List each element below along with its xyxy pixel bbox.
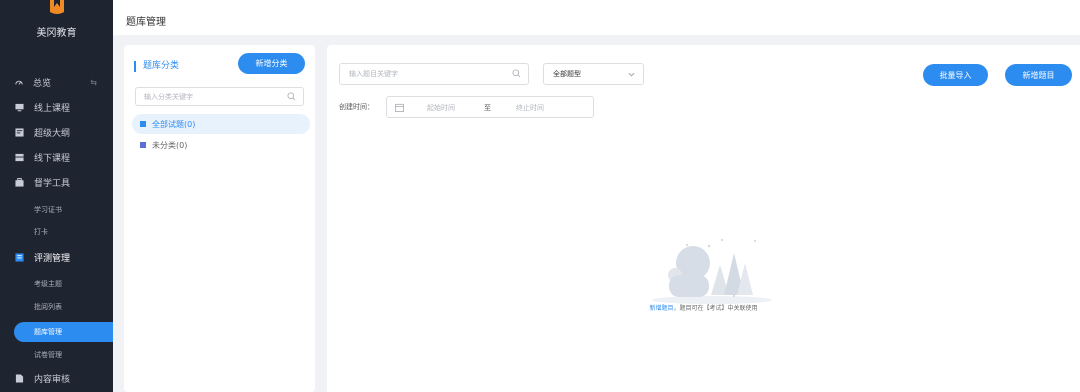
sidebar-subitem-label: 学习证书 [34,206,62,214]
sidebar-item-label: 线下课程 [34,153,71,164]
sidebar-subitem-label: 题库管理 [34,328,62,336]
sidebar-item-assessment[interactable]: 评测管理 [0,246,113,268]
question-type-value: 全部题型 [553,70,581,78]
sidebar-item-content-review[interactable]: 内容审核 [0,367,113,389]
empty-state-message: 新增题目，题目可在【考试】中关联使用 [327,303,1080,312]
question-search-input[interactable]: 输入题目关键字 [339,63,529,85]
category-item-uncategorized[interactable]: 未分类(0) [132,135,310,155]
sidebar-item-label: 超级大纲 [34,128,71,139]
add-question-button[interactable]: 新增题目 [1005,64,1072,86]
sidebar-subitem-exam-topic[interactable]: 考级主题 [0,274,113,294]
end-time-placeholder: 终止时间 [516,104,544,112]
created-time-label: 创建时间： [339,103,374,111]
created-time-range[interactable]: 起始时间 至 终止时间 [386,96,594,118]
sidebar-item-label: 线上课程 [34,103,71,114]
sidebar: 美冈教育 总览 ⇆ 线上课程 超级大纲 线下课程 督学工具 学习证书 打卡 评测… [0,0,113,392]
monitor-icon [15,103,24,111]
offline-course-icon [15,153,24,161]
dashboard-icon [15,80,23,85]
page-header: 题库管理 [113,0,1080,35]
category-panel: 题库分类 新增分类 输入分类关键字 全部试题(0) 未分类(0) [124,45,315,392]
sidebar-item-label: 总览 [33,78,52,89]
category-search-input[interactable]: 输入分类关键字 [135,87,304,106]
question-search-placeholder: 输入题目关键字 [349,70,398,78]
range-separator: 至 [484,104,491,112]
sidebar-subitem-label: 批阅列表 [34,303,62,311]
search-icon[interactable] [512,69,521,78]
category-panel-title: 题库分类 [134,61,179,72]
folder-icon [140,121,146,127]
sidebar-subitem-checkin[interactable]: 打卡 [0,222,113,242]
sidebar-item-label: 督学工具 [34,178,71,189]
sidebar-item-offline-courses[interactable]: 线下课程 [0,146,113,168]
category-item-label: 未分类(0) [152,140,188,150]
outline-icon [15,127,24,137]
sidebar-subitem-paper-management[interactable]: 试卷管理 [0,345,113,365]
brand-name: 美冈教育 [36,28,77,39]
sidebar-subitem-label: 试卷管理 [34,351,62,359]
sidebar-item-label: 评测管理 [34,253,71,264]
start-time-placeholder: 起始时间 [427,104,455,112]
sidebar-subitem-label: 打卡 [34,228,48,236]
sidebar-subitem-question-bank[interactable]: 题库管理 [14,322,113,342]
folder-icon [140,142,146,148]
question-list-panel: 输入题目关键字 全部题型 批量导入 新增题目 创建时间： 起始时间 至 终止时间 [327,45,1080,392]
brand[interactable]: 美冈教育 [0,0,113,48]
batch-import-button[interactable]: 批量导入 [923,64,988,86]
document-icon [15,373,24,383]
sidebar-item-online-courses[interactable]: 线上课程 [0,96,113,118]
search-icon[interactable] [287,92,296,101]
page-title: 题库管理 [126,17,166,28]
sidebar-item-overview[interactable]: 总览 ⇆ [0,71,113,93]
empty-state-illustration [652,238,772,304]
add-category-button[interactable]: 新增分类 [238,53,305,74]
category-item-label: 全部试题(0) [152,119,196,129]
sidebar-subitem-label: 考级主题 [34,280,62,288]
chevron-down-icon [628,72,635,77]
question-type-select[interactable]: 全部题型 [543,63,644,85]
sidebar-subitem-review-list[interactable]: 批阅列表 [0,297,113,317]
category-item-all[interactable]: 全部试题(0) [132,114,310,134]
calendar-icon [395,103,404,112]
sidebar-item-outline[interactable]: 超级大纲 [0,121,113,143]
assessment-icon [15,252,24,262]
sidebar-subitem-certificate[interactable]: 学习证书 [0,200,113,220]
sidebar-item-label: 内容审核 [34,374,71,385]
logo-icon [50,0,64,14]
category-search-placeholder: 输入分类关键字 [144,92,193,101]
empty-state-text: ，题目可在【考试】中关联使用 [673,305,758,312]
collapse-icon[interactable]: ⇆ [90,78,97,87]
add-question-link[interactable]: 新增题目 [649,305,673,312]
toolbox-icon [15,177,24,187]
sidebar-item-tools[interactable]: 督学工具 [0,171,113,193]
